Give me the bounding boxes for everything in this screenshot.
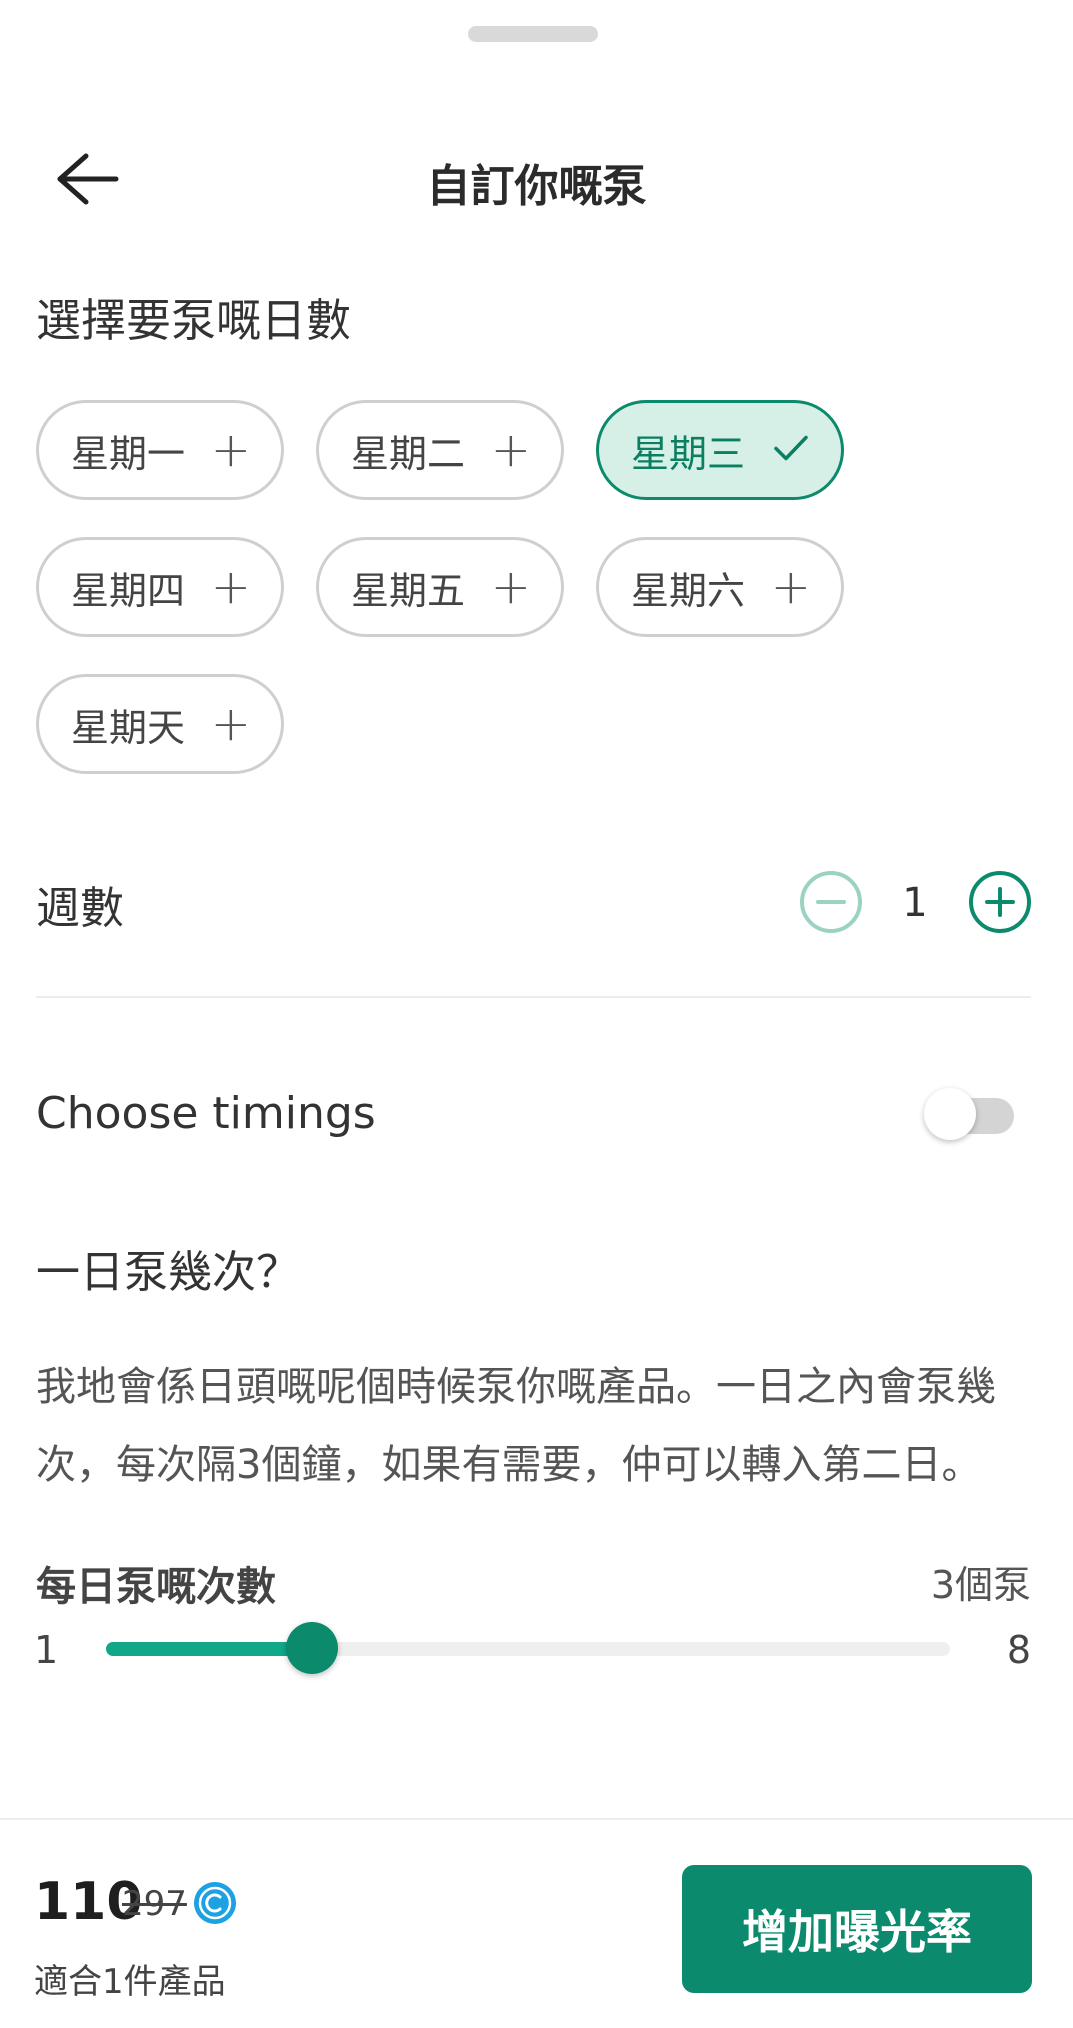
decrement-weeks-button[interactable] xyxy=(800,871,862,933)
choose-timings-label: Choose timings xyxy=(36,1088,376,1139)
product-count: 適合1件產品 xyxy=(34,1962,226,2002)
slider-value-text: 3個泵 xyxy=(930,1563,1031,1607)
day-chip-saturday[interactable]: 星期六 + xyxy=(596,537,844,637)
slider-fill xyxy=(106,1642,312,1656)
plus-icon: + xyxy=(210,559,251,615)
plus-icon: + xyxy=(210,696,251,752)
plus-icon: + xyxy=(770,559,811,615)
day-label: 星期天 xyxy=(71,705,186,750)
coin-icon xyxy=(194,1882,236,1924)
slider-max-label: 8 xyxy=(1006,1628,1031,1672)
day-label: 星期六 xyxy=(631,568,746,613)
plus-icon: + xyxy=(490,422,531,478)
day-chip-tuesday[interactable]: 星期二 + xyxy=(316,400,564,500)
footer-divider xyxy=(0,1818,1073,1820)
day-label: 星期三 xyxy=(631,431,746,476)
day-chip-monday[interactable]: 星期一 + xyxy=(36,400,284,500)
minus-circle-icon xyxy=(816,900,846,904)
original-price: 297 xyxy=(122,1884,187,1924)
plus-icon: + xyxy=(210,422,251,478)
plus-icon: + xyxy=(490,559,531,615)
day-label: 星期四 xyxy=(71,568,186,613)
frequency-heading: 一日泵幾次？ xyxy=(36,1247,300,1298)
slider-thumb[interactable] xyxy=(286,1622,338,1674)
toggle-knob[interactable] xyxy=(924,1088,976,1140)
slider-label: 每日泵嘅次數 xyxy=(36,1564,276,1610)
day-label: 星期五 xyxy=(351,568,466,613)
day-label: 星期一 xyxy=(71,431,186,476)
increment-weeks-button[interactable] xyxy=(969,871,1031,933)
page-title: 自訂你嘅泵 xyxy=(426,161,647,212)
boost-visibility-button[interactable]: 增加曝光率 xyxy=(682,1865,1032,1993)
day-chip-sunday[interactable]: 星期天 + xyxy=(36,674,284,774)
weeks-label: 週數 xyxy=(36,883,124,934)
day-chip-wednesday[interactable]: 星期三 xyxy=(596,400,844,500)
plus-circle-icon xyxy=(985,887,1015,917)
weeks-value: 1 xyxy=(902,880,928,926)
sheet-grabber[interactable] xyxy=(468,26,598,42)
slider-min-label: 1 xyxy=(34,1628,59,1672)
frequency-description: 我地會係日頭嘅呢個時候泵你嘅產品。一日之內會泵幾次，每次隔3個鐘，如果有需要，仲… xyxy=(36,1364,996,1488)
divider xyxy=(36,996,1031,998)
days-section-label: 選擇要泵嘅日數 xyxy=(36,294,352,347)
day-label: 星期二 xyxy=(351,431,466,476)
day-chip-friday[interactable]: 星期五 + xyxy=(316,537,564,637)
day-chip-thursday[interactable]: 星期四 + xyxy=(36,537,284,637)
check-icon xyxy=(774,435,808,461)
